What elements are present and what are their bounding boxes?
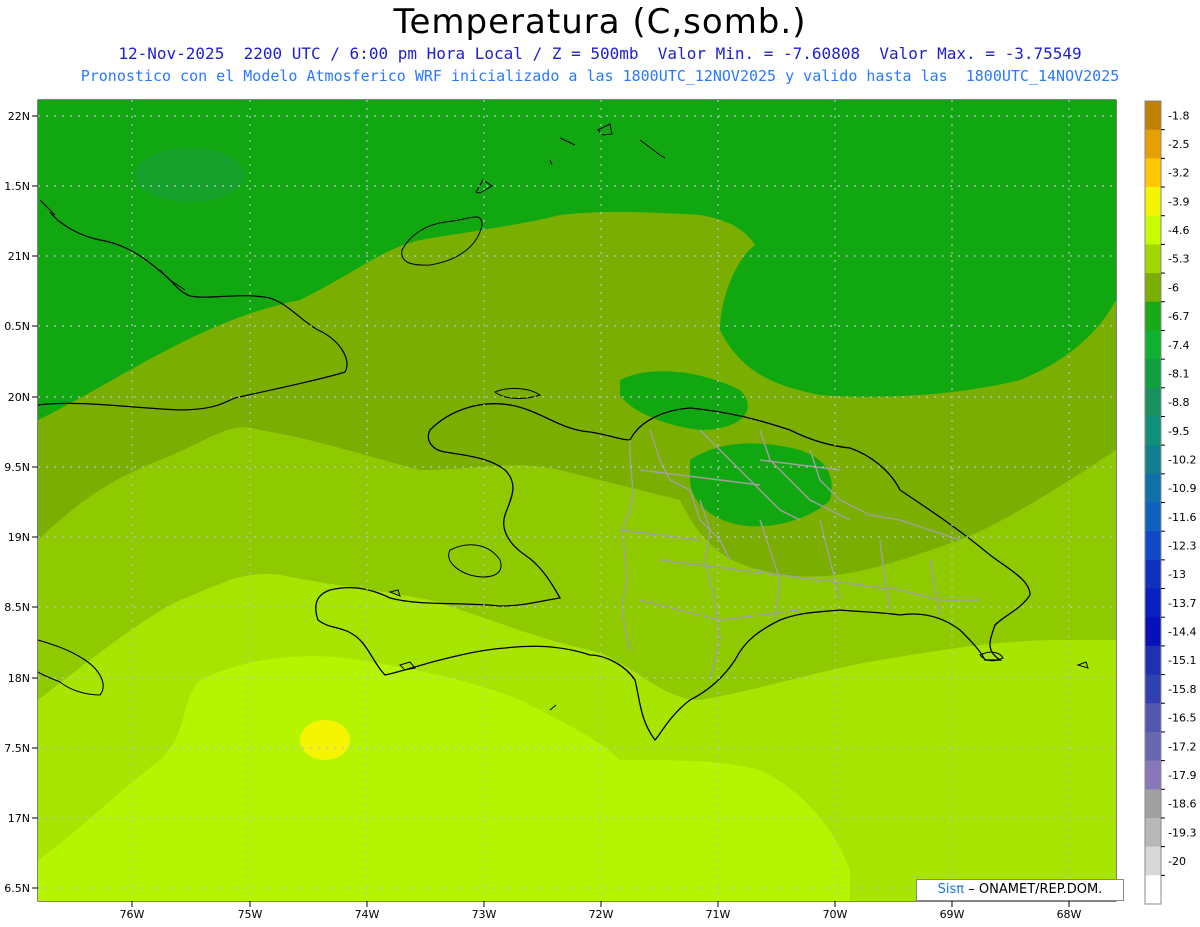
field-cold-patch [135,148,245,202]
colorbar-swatch [1145,559,1161,590]
colorbar-swatch [1145,617,1161,647]
colorbar-swatch [1145,445,1161,475]
colorbar-swatch [1145,158,1161,188]
lon-label: 76W [120,908,145,921]
lon-axis: 76W 75W 74W 73W 72W 71W 70W 69W 68W [120,901,1082,921]
colorbar-label: -18.6 [1168,798,1196,811]
lat-label: 0.5N [4,320,30,333]
colorbar-swatch [1145,531,1161,561]
colorbar-swatch [1145,502,1161,532]
colorbar-label: -7.4 [1168,339,1189,352]
colorbar-label: -13 [1168,568,1186,581]
colorbar-label: -15.8 [1168,683,1196,696]
lat-label: 6.5N [4,882,30,895]
colorbar-swatch [1145,101,1161,131]
colorbar-label: -15.1 [1168,654,1196,667]
colorbar-swatch [1145,273,1161,303]
colorbar-swatch [1145,387,1161,417]
lat-label: 21N [8,250,30,263]
colorbar-label: -17.9 [1168,769,1196,782]
colorbar-label: -11.6 [1168,511,1196,524]
lat-label: 22N [8,110,30,123]
colorbar-label: -8.8 [1168,396,1189,409]
credit-brand: Sisπ [937,882,965,897]
colorbar-swatch [1145,301,1161,331]
lon-label: 72W [589,908,614,921]
colorbar-label: -10.2 [1168,453,1196,466]
credit-box: Sisπ – ONAMET/REP.DOM. [916,879,1124,901]
colorbar-label: -5.3 [1168,253,1189,266]
colorbar-label: -9.5 [1168,425,1189,438]
colorbar-swatch [1145,215,1161,245]
colorbar-swatch [1145,817,1161,848]
colorbar-label: -8.1 [1168,367,1189,380]
colorbar-label: -14.4 [1168,626,1196,639]
colorbar-label: -16.5 [1168,712,1196,725]
colorbar-label: -17.2 [1168,740,1196,753]
lat-label: 7.5N [4,742,30,755]
chart-subtitle-model: Pronostico con el Modelo Atmosferico WRF… [80,67,1120,85]
colorbar-swatch [1145,846,1161,876]
colorbar-swatch [1145,731,1161,762]
colorbar-swatch [1145,416,1161,446]
colorbar-swatch [1145,703,1161,733]
lat-label: 8.5N [4,601,30,614]
lon-label: 75W [238,908,263,921]
colorbar-swatch [1145,789,1161,819]
colorbar-label: -4.6 [1168,224,1189,237]
colorbar: -1.8 -2.5 -3.2 -3.9 -4.6 -5.3 -6 -6.7 -7.4 -8.1 -8… [1144,100,1196,905]
lon-label: 74W [355,908,380,921]
colorbar-swatch [1145,129,1161,159]
colorbar-label: -13.7 [1168,597,1196,610]
lat-label: 19N [8,531,30,544]
colorbar-label: -6.7 [1168,310,1189,323]
colorbar-swatch [1145,244,1161,274]
lon-label: 69W [940,908,965,921]
colorbar-label: -2.5 [1168,138,1189,151]
lon-label: 73W [472,908,497,921]
lat-label: 20N [8,391,30,404]
colorbar-swatch [1145,359,1161,389]
colorbar-label: -1.8 [1168,109,1189,122]
chart-subtitle-time: 12-Nov-2025 2200 UTC / 6:00 pm Hora Loca… [118,44,1082,63]
lat-label: 9.5N [4,461,30,474]
lon-label: 71W [706,908,731,921]
colorbar-label: -3.2 [1168,167,1189,180]
lat-label: 18N [8,672,30,685]
colorbar-swatch [1145,645,1161,676]
colorbar-label: -20 [1168,855,1186,868]
lat-label: 17N [8,812,30,825]
colorbar-label: -3.9 [1168,195,1189,208]
temperature-map: 22N 1.5N 21N 0.5N 20N 9.5N 19N 8.5N 18N … [4,99,1196,921]
colorbar-swatch [1145,875,1161,905]
lon-label: 70W [823,908,848,921]
lat-label: 1.5N [4,180,30,193]
field-warm-spot [300,720,350,760]
lon-label: 68W [1057,908,1082,921]
colorbar-swatch [1145,187,1161,217]
colorbar-swatch [1145,760,1161,790]
chart-title: Temperatura (C,somb.) [393,2,807,42]
lat-axis: 22N 1.5N 21N 0.5N 20N 9.5N 19N 8.5N 18N … [4,110,38,895]
colorbar-swatch [1145,674,1161,704]
colorbar-label: -12.3 [1168,540,1196,553]
colorbar-swatch [1145,473,1161,503]
colorbar-label: -19.3 [1168,826,1196,839]
credit-text: – ONAMET/REP.DOM. [968,882,1103,897]
colorbar-label: -10.9 [1168,482,1196,495]
colorbar-label: -6 [1168,281,1179,294]
colorbar-swatch [1145,330,1161,360]
colorbar-swatch [1145,588,1161,618]
